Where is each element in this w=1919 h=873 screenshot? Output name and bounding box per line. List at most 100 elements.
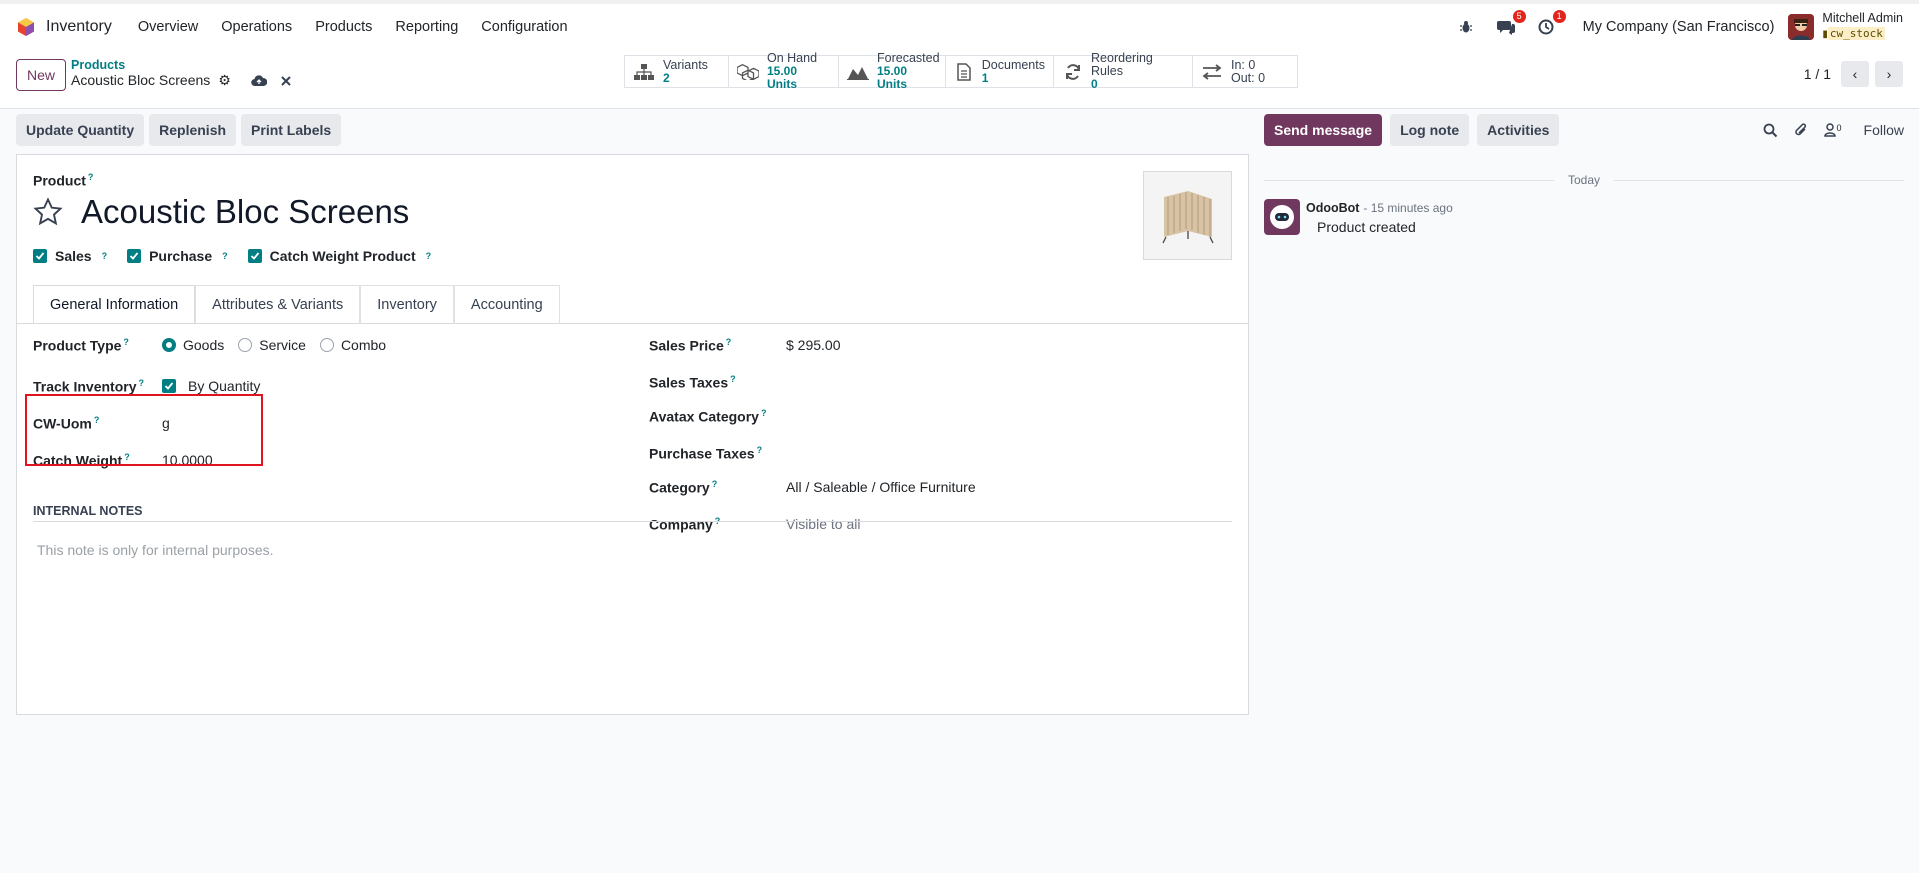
smart-button-label: Reordering Rules [1091, 51, 1153, 78]
sales-checkbox[interactable]: Sales? [33, 248, 107, 264]
catch-weight-label: Catch Weight Product [269, 248, 416, 264]
help-tooltip[interactable]: ? [757, 445, 763, 455]
paperclip-icon[interactable] [1794, 122, 1808, 138]
checkbox-checked-icon [127, 249, 142, 263]
help-tooltip[interactable]: ? [426, 251, 432, 261]
update-quantity-button[interactable]: Update Quantity [16, 114, 145, 146]
menu-overview[interactable]: Overview [138, 19, 198, 35]
messages-icon[interactable]: 5 [1495, 9, 1526, 38]
navbar: Inventory Overview Operations Products R… [0, 4, 1919, 49]
favorite-star-icon[interactable] [33, 197, 63, 227]
activities-button[interactable]: Activities [1477, 114, 1560, 146]
date-separator-label: Today [1553, 173, 1615, 187]
pager-next-button[interactable]: › [1875, 61, 1903, 87]
tab-inventory[interactable]: Inventory [360, 285, 454, 323]
followers-button[interactable]: 0 [1823, 123, 1842, 137]
tab-accounting[interactable]: Accounting [453, 285, 560, 323]
internal-notes-header: INTERNAL NOTES [33, 504, 1232, 522]
avatax-input[interactable] [786, 408, 986, 424]
help-tooltip[interactable]: ? [730, 374, 736, 384]
new-button[interactable]: New [16, 59, 67, 91]
help-tooltip[interactable]: ? [102, 251, 108, 261]
tab-attributes-variants[interactable]: Attributes & Variants [195, 285, 361, 323]
debug-bug-icon[interactable] [1455, 16, 1477, 38]
radio-goods[interactable]: Goods [162, 337, 224, 353]
help-tooltip[interactable]: ? [726, 337, 732, 347]
user-avatar[interactable] [1788, 13, 1815, 40]
track-inventory-checkbox[interactable] [162, 379, 176, 394]
action-bar: Update Quantity Replenish Print Labels [16, 114, 1249, 146]
breadcrumb-products[interactable]: Products [71, 58, 291, 73]
discard-x-icon[interactable] [281, 75, 291, 86]
pager-value[interactable]: 1 / 1 [1804, 66, 1831, 82]
followers-count: 0 [1836, 123, 1842, 133]
purchase-checkbox[interactable]: Purchase? [127, 248, 228, 264]
highlight-annotation-box [25, 394, 263, 466]
log-note-button[interactable]: Log note [1390, 114, 1470, 146]
control-panel: New Products Acoustic Bloc Screens ⚙ Var… [0, 49, 1919, 109]
smart-button-variants[interactable]: Variants 2 [625, 56, 729, 87]
sales-price-input[interactable]: $ 295.00 [786, 337, 841, 353]
help-tooltip[interactable]: ? [139, 378, 145, 388]
user-menu[interactable]: Mitchell Admin ▮ cw_stock [1822, 11, 1903, 42]
cubes-icon [737, 63, 759, 80]
smart-button-value: 0 [1091, 77, 1098, 91]
smart-button-in-out[interactable]: In: 0 Out: 0 [1193, 56, 1297, 87]
cloud-upload-icon[interactable] [251, 74, 267, 87]
message-body: Product created [1317, 219, 1416, 235]
checkbox-checked-icon [247, 249, 262, 263]
catch-weight-checkbox[interactable]: Catch Weight Product? [247, 248, 432, 264]
help-tooltip[interactable]: ? [712, 479, 718, 489]
purchase-taxes-input[interactable] [786, 445, 986, 461]
chatter-topbar: Send message Log note Activities 0 Follo… [1264, 114, 1904, 146]
category-input[interactable]: All / Saleable / Office Furniture [786, 479, 976, 495]
sales-taxes-label-wrap: Sales Taxes? [649, 374, 786, 391]
menu-products[interactable]: Products [315, 19, 372, 35]
product-image[interactable] [1143, 171, 1232, 260]
sitemap-icon [633, 63, 655, 80]
chatter-message: OdooBot - 15 minutes ago Product created [1264, 199, 1904, 235]
tab-general-information[interactable]: General Information [33, 285, 196, 323]
search-icon[interactable] [1763, 123, 1778, 138]
radio-service[interactable]: Service [238, 337, 306, 353]
smart-button-reordering-rules[interactable]: Reordering Rules 0 [1054, 52, 1193, 91]
replenish-button[interactable]: Replenish [149, 114, 237, 146]
app-logo-icon[interactable] [16, 17, 36, 37]
smart-button-value: 1 [981, 70, 989, 85]
settings-gear-icon[interactable]: ⚙ [218, 73, 231, 88]
print-labels-button[interactable]: Print Labels [241, 114, 342, 146]
chatter-tools: 0 Follow [1763, 122, 1904, 138]
pager-previous-button[interactable]: ‹ [1841, 61, 1869, 87]
help-tooltip[interactable]: ? [123, 337, 129, 347]
help-tooltip[interactable]: ? [222, 251, 228, 261]
menu-configuration[interactable]: Configuration [481, 19, 567, 35]
odoobot-avatar[interactable] [1264, 199, 1300, 235]
exchange-icon [1201, 63, 1223, 80]
smart-button-on-hand[interactable]: On Hand 15.00 Units [729, 52, 839, 91]
smart-button-forecasted[interactable]: Forecasted 15.00 Units [839, 52, 946, 91]
product-type-field: Product Type? Goods Service Combo [33, 337, 400, 354]
product-photo [1161, 190, 1214, 243]
smart-button-documents[interactable]: Documents 1 [946, 56, 1054, 87]
sales-taxes-input[interactable] [786, 374, 986, 390]
pager: 1 / 1 ‹ › [1804, 61, 1903, 87]
message-author[interactable]: OdooBot [1306, 201, 1359, 215]
help-tooltip[interactable]: ? [88, 172, 94, 182]
sales-price-field: Sales Price? $ 295.00 [649, 337, 841, 354]
internal-notes-input[interactable]: This note is only for internal purposes. [37, 542, 274, 558]
menu-reporting[interactable]: Reporting [395, 19, 458, 35]
menu-operations[interactable]: Operations [221, 19, 292, 35]
company-switcher[interactable]: My Company (San Francisco) [1583, 19, 1775, 35]
send-message-button[interactable]: Send message [1264, 114, 1383, 146]
area-chart-icon [847, 64, 869, 80]
app-name[interactable]: Inventory [46, 18, 112, 36]
radio-empty-icon [238, 338, 253, 353]
help-tooltip[interactable]: ? [761, 408, 767, 418]
product-type-label-wrap: Product Type? [33, 337, 162, 354]
activities-clock-icon[interactable]: 1 [1535, 9, 1566, 38]
follow-button[interactable]: Follow [1864, 122, 1904, 138]
product-name[interactable]: Acoustic Bloc Screens [81, 193, 409, 231]
track-inventory-value[interactable]: By Quantity [188, 378, 260, 394]
radio-combo[interactable]: Combo [319, 337, 386, 353]
sales-price-label: Sales Price [649, 337, 724, 354]
